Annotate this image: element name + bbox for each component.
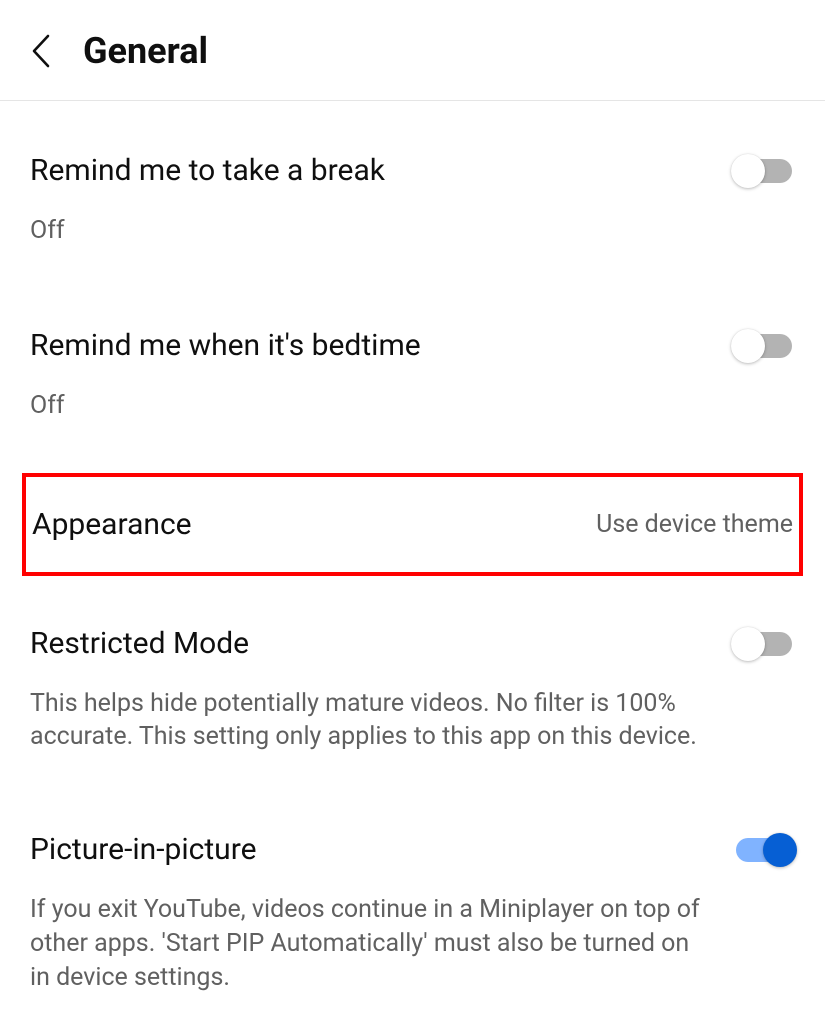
setting-title: Remind me to take a break	[30, 151, 713, 190]
toggle-restricted-mode[interactable]	[733, 630, 795, 658]
toggle-remind-bedtime[interactable]	[733, 332, 795, 360]
settings-header: General	[0, 0, 825, 101]
page-title: General	[83, 30, 208, 72]
setting-title: Remind me when it's bedtime	[30, 326, 713, 365]
setting-text: Remind me when it's bedtime Off	[30, 326, 713, 423]
setting-title: Restricted Mode	[30, 624, 713, 663]
setting-title: Appearance	[32, 505, 576, 544]
setting-title: Picture-in-picture	[30, 830, 713, 869]
setting-restricted-mode[interactable]: Restricted Mode This helps hide potentia…	[0, 596, 825, 783]
setting-remind-break[interactable]: Remind me to take a break Off	[0, 123, 825, 276]
toggle-remind-break[interactable]	[733, 157, 795, 185]
setting-text: Remind me to take a break Off	[30, 151, 713, 248]
setting-text: Picture-in-picture If you exit YouTube, …	[30, 830, 713, 994]
setting-description: If you exit YouTube, videos continue in …	[30, 893, 713, 994]
setting-value: Use device theme	[596, 510, 793, 539]
setting-description: This helps hide potentially mature video…	[30, 687, 713, 755]
setting-status: Off	[30, 389, 713, 423]
setting-text: Restricted Mode This helps hide potentia…	[30, 624, 713, 755]
settings-list: Remind me to take a break Off Remind me …	[0, 101, 825, 1022]
setting-status: Off	[30, 214, 713, 248]
setting-remind-bedtime[interactable]: Remind me when it's bedtime Off	[0, 298, 825, 451]
back-icon[interactable]	[24, 35, 57, 68]
setting-text: Appearance	[32, 505, 576, 544]
setting-appearance[interactable]: Appearance Use device theme	[22, 473, 803, 576]
setting-picture-in-picture[interactable]: Picture-in-picture If you exit YouTube, …	[0, 802, 825, 1022]
toggle-picture-in-picture[interactable]	[733, 836, 795, 864]
